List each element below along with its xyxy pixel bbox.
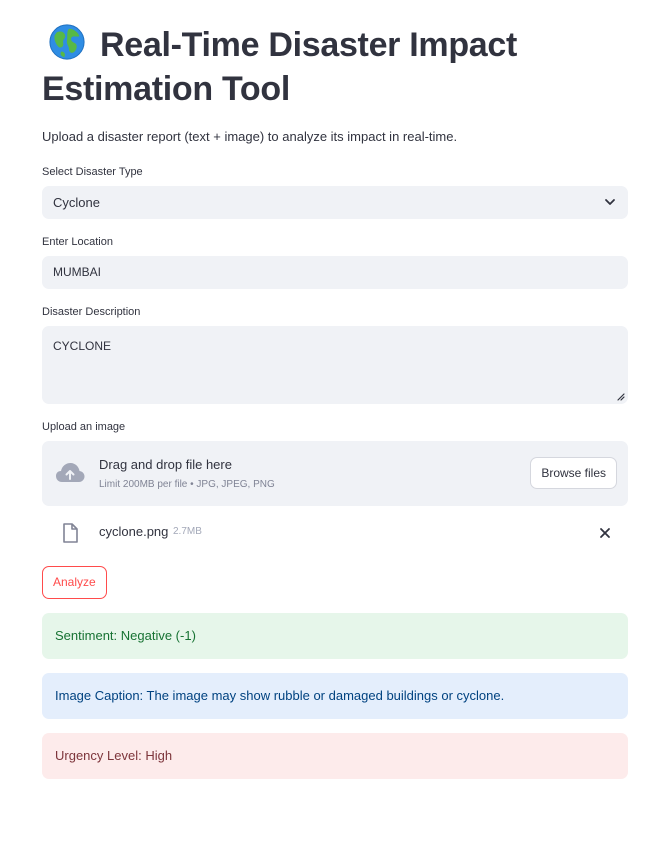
chevron-down-icon	[605, 199, 615, 205]
sentiment-alert: Sentiment: Negative (-1)	[42, 613, 628, 659]
disaster-type-label: Select Disaster Type	[42, 166, 143, 178]
globe-icon	[49, 24, 85, 60]
uploaded-file-row: cyclone.png 2.7MB	[42, 506, 628, 560]
description-value: CYCLONE	[53, 339, 112, 353]
sentiment-text: Sentiment: Negative (-1)	[55, 628, 196, 643]
intro-text: Upload a disaster report (text + image) …	[42, 129, 458, 144]
disaster-type-select[interactable]: Cyclone	[42, 186, 628, 219]
drop-title: Drag and drop file here	[99, 457, 232, 472]
location-value: MUMBAI	[53, 265, 101, 279]
cloud-upload-icon	[56, 463, 85, 482]
resize-handle-icon[interactable]	[616, 392, 625, 401]
caption-alert: Image Caption: The image may show rubble…	[42, 673, 628, 719]
file-name: cyclone.png	[99, 524, 169, 539]
caption-text: Image Caption: The image may show rubble…	[55, 688, 505, 703]
app-page: Real-Time Disaster Impact Estimation Too…	[0, 0, 664, 842]
upload-label: Upload an image	[42, 421, 126, 433]
file-size: 2.7MB	[173, 526, 202, 537]
description-label: Disaster Description	[42, 306, 141, 318]
analyze-button[interactable]: Analyze	[42, 566, 107, 599]
image-upload-field: Upload an image Drag and drop file here …	[42, 419, 628, 506]
urgency-alert: Urgency Level: High	[42, 733, 628, 779]
page-title: Real-Time Disaster Impact Estimation Too…	[42, 0, 628, 111]
page-title-text: Real-Time Disaster Impact Estimation Too…	[42, 26, 518, 108]
description-textarea[interactable]: CYCLONE	[42, 326, 628, 404]
urgency-text: Urgency Level: High	[55, 748, 173, 763]
analyze-button-wrap: Analyze	[42, 566, 628, 599]
location-label: Enter Location	[42, 236, 113, 248]
location-input[interactable]: MUMBAI	[42, 256, 628, 289]
browse-files-button[interactable]: Browse files	[530, 457, 617, 489]
disaster-type-field: Select Disaster Type Cyclone	[42, 164, 628, 219]
drop-hint: Limit 200MB per file • JPG, JPEG, PNG	[99, 479, 275, 490]
description-field: Disaster Description CYCLONE	[42, 304, 628, 404]
disaster-type-value: Cyclone	[53, 195, 100, 210]
file-dropzone[interactable]: Drag and drop file here Limit 200MB per …	[42, 441, 628, 506]
file-icon	[63, 523, 78, 543]
close-icon[interactable]	[599, 527, 611, 539]
main-container: Real-Time Disaster Impact Estimation Too…	[42, 0, 628, 779]
location-field: Enter Location MUMBAI	[42, 234, 628, 289]
